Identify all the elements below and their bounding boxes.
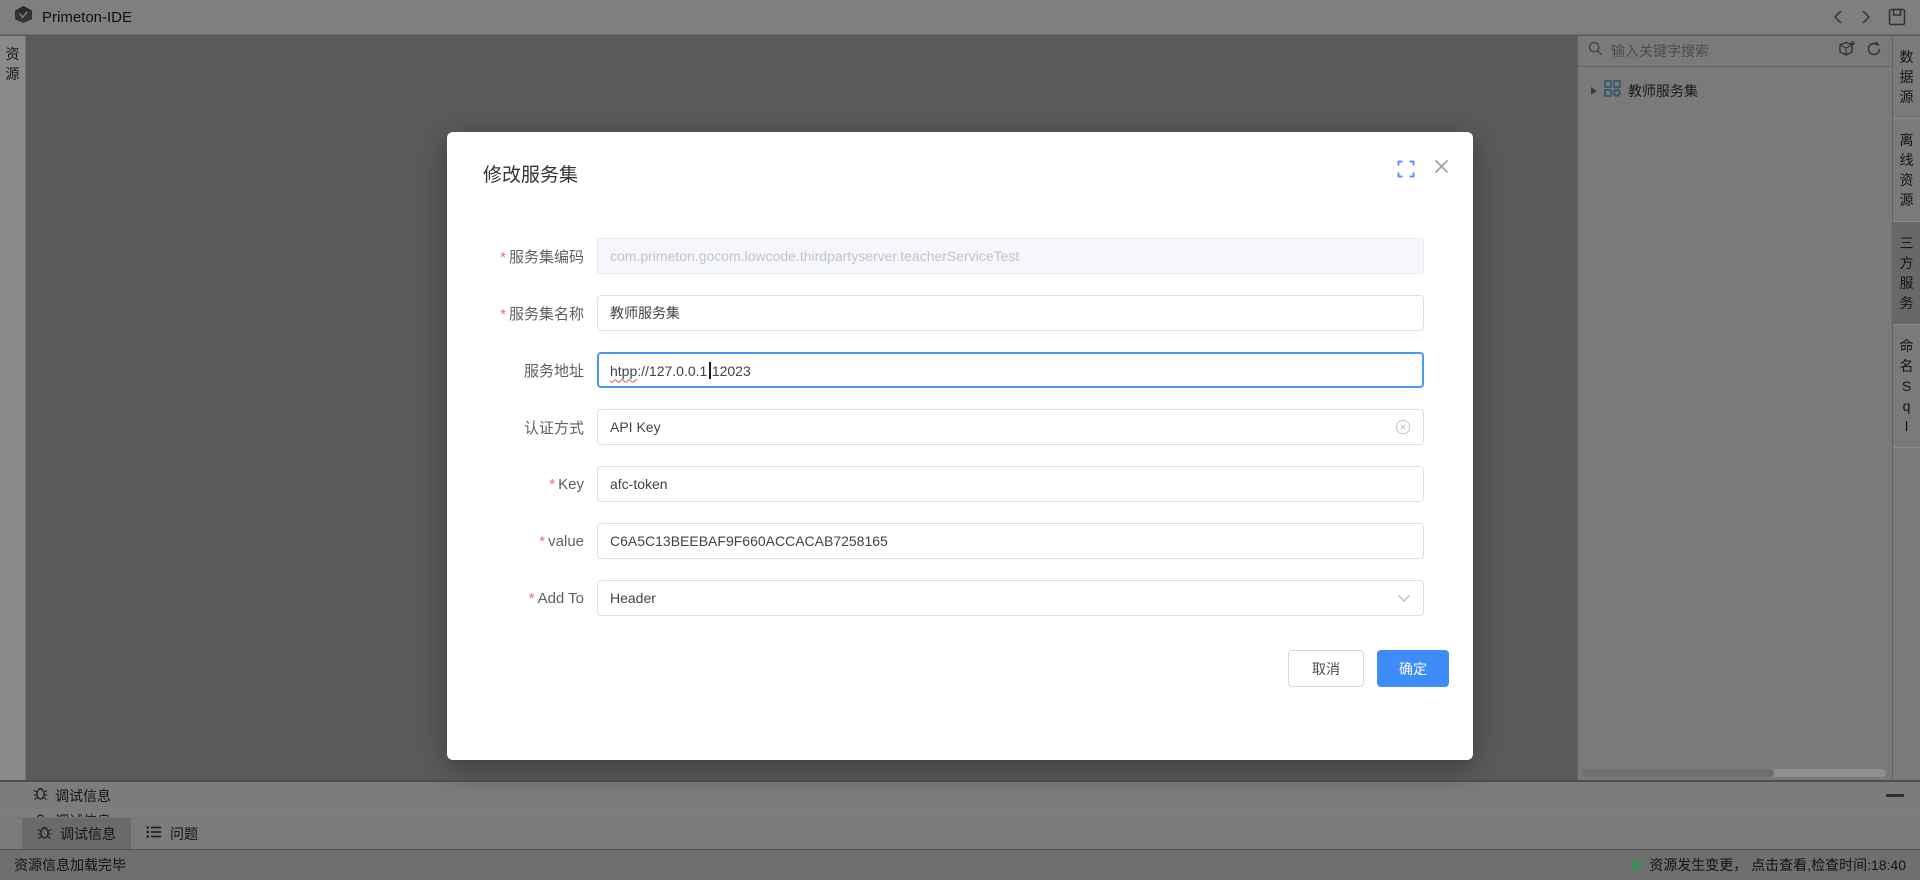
field-input-api-key[interactable]: afc-token [597, 466, 1424, 502]
title-bar: Primeton-IDE [0, 0, 1920, 35]
primeton-ide-screen: Primeton-IDE 资源 输入关键字搜索 [0, 0, 1920, 880]
field-row-service-url: *服务地址 htpp://127.0.0.112023 [447, 352, 1473, 388]
right-rail-tab-item[interactable]: 离线资源 [1893, 119, 1920, 222]
topbar-nav [1832, 8, 1906, 26]
field-input-auth-type[interactable]: API Key [597, 409, 1424, 445]
tab-label: 调试信息 [60, 824, 116, 844]
modify-service-set-dialog: 修改服务集 *服务集编码 com.primeton.gocom.lowcode.… [447, 132, 1473, 760]
fullscreen-icon[interactable] [1397, 160, 1415, 183]
right-rail-tab-item[interactable]: 数据源 [1893, 36, 1920, 119]
dialog-header: 修改服务集 [447, 132, 1473, 187]
add-service-icon[interactable] [1838, 40, 1856, 62]
bottom-panel: 调试信息 调试信息 调试信息 问题 [0, 780, 1920, 880]
tab-debug-info[interactable]: 调试信息 [22, 818, 131, 849]
field-input-service-url[interactable]: htpp://127.0.0.112023 [597, 352, 1424, 388]
list-icon [146, 825, 162, 842]
field-input-api-value[interactable]: C6A5C13BEEBAF9F660ACCACAB7258165 [597, 523, 1424, 559]
field-row-add-to: *Add To Header [447, 580, 1473, 616]
right-rail: 数据源离线资源三方服务命名Sql [1892, 36, 1920, 780]
debug-panel-header: 调试信息 [0, 780, 1920, 809]
refresh-icon[interactable] [1866, 41, 1882, 62]
app-title: Primeton-IDE [42, 9, 132, 26]
cancel-button[interactable]: 取消 [1288, 650, 1364, 687]
bug-icon [33, 785, 48, 806]
search-bar: 输入关键字搜索 [1578, 36, 1892, 67]
status-green-dot-icon [1631, 860, 1642, 871]
chevron-down-icon[interactable] [1397, 594, 1411, 603]
status-message-right: 资源发生变更， 点击查看,检查时间:18:40 [1649, 855, 1906, 875]
required-asterisk: * [529, 590, 535, 607]
search-input[interactable]: 输入关键字搜索 [1611, 41, 1709, 61]
save-icon[interactable] [1888, 8, 1906, 26]
field-value: afc-token [610, 476, 668, 492]
right-rail-tab-item[interactable]: 命名Sql [1893, 325, 1920, 448]
search-icon [1588, 41, 1603, 61]
bottom-tab-bar: 调试信息 问题 [0, 817, 1920, 849]
tab-problems[interactable]: 问题 [131, 818, 213, 849]
right-rail-tab-active[interactable]: 三方服务 [1893, 222, 1920, 325]
text-caret [709, 362, 711, 379]
dialog-title: 修改服务集 [483, 165, 578, 186]
service-set-icon [1604, 80, 1621, 102]
bug-icon [37, 824, 52, 843]
field-label: 认证方式 [524, 420, 584, 437]
field-row-service-set-code: *服务集编码 com.primeton.gocom.lowcode.thirdp… [447, 238, 1473, 274]
scrollbar-thumb[interactable] [1582, 769, 1774, 777]
field-label: 服务集名称 [509, 306, 584, 323]
required-asterisk: * [500, 249, 506, 266]
left-rail-tab-resources[interactable]: 资源 [0, 36, 25, 84]
search-actions [1838, 40, 1882, 62]
field-input-add-to[interactable]: Header [597, 580, 1424, 616]
confirm-button[interactable]: 确定 [1377, 650, 1449, 687]
dialog-footer: 取消 确定 [1288, 650, 1449, 687]
tree-item-label: 教师服务集 [1628, 81, 1698, 101]
field-value: com.primeton.gocom.lowcode.thirdpartyser… [610, 248, 1019, 264]
left-rail: 资源 [0, 36, 26, 780]
service-tree-panel: 输入关键字搜索 教师服务集 [1577, 36, 1892, 780]
field-value: htpp://127.0.0.112023 [610, 362, 751, 379]
field-label: 服务地址 [524, 363, 584, 380]
field-input-service-set-name[interactable]: 教师服务集 [597, 295, 1424, 331]
tree-item-teacher-service-set[interactable]: 教师服务集 [1578, 80, 1892, 102]
resource-change-notice[interactable]: 资源发生变更， 点击查看,检查时间:18:40 [1631, 855, 1906, 875]
field-value: API Key [610, 419, 661, 435]
status-bar: 资源信息加载完毕 资源发生变更， 点击查看,检查时间:18:40 [0, 849, 1920, 880]
required-asterisk: * [500, 306, 506, 323]
field-row-auth-type: *认证方式 API Key [447, 409, 1473, 445]
field-value: Header [610, 590, 656, 606]
field-label: Key [558, 476, 584, 493]
field-value: 教师服务集 [610, 303, 680, 323]
nav-forward-icon[interactable] [1860, 10, 1872, 24]
field-row-api-value: *value C6A5C13BEEBAF9F660ACCACAB7258165 [447, 523, 1473, 559]
minimize-panel-icon[interactable] [1886, 794, 1904, 797]
tab-label: 问题 [170, 824, 198, 844]
required-asterisk: * [539, 533, 545, 550]
dialog-form: *服务集编码 com.primeton.gocom.lowcode.thirdp… [447, 238, 1473, 616]
tree-expand-caret-icon[interactable] [1591, 87, 1597, 95]
clipped-panel-row: 调试信息 [0, 809, 1920, 817]
field-label: 服务集编码 [509, 249, 584, 266]
required-asterisk: * [549, 476, 555, 493]
field-row-api-key: *Key afc-token [447, 466, 1473, 502]
bug-icon [33, 811, 48, 817]
tree-horizontal-scrollbar[interactable] [1582, 769, 1886, 777]
status-message-left: 资源信息加载完毕 [14, 855, 126, 875]
close-icon[interactable] [1434, 159, 1449, 179]
field-label: value [548, 533, 584, 550]
field-input-service-set-code: com.primeton.gocom.lowcode.thirdpartyser… [597, 238, 1424, 274]
field-label: Add To [538, 590, 584, 607]
nav-back-icon[interactable] [1832, 10, 1844, 24]
field-row-service-set-name: *服务集名称 教师服务集 [447, 295, 1473, 331]
debug-panel-title: 调试信息 [55, 786, 111, 806]
field-value: C6A5C13BEEBAF9F660ACCACAB7258165 [610, 533, 888, 549]
app-logo-icon [14, 5, 33, 29]
clear-icon[interactable] [1395, 419, 1411, 435]
